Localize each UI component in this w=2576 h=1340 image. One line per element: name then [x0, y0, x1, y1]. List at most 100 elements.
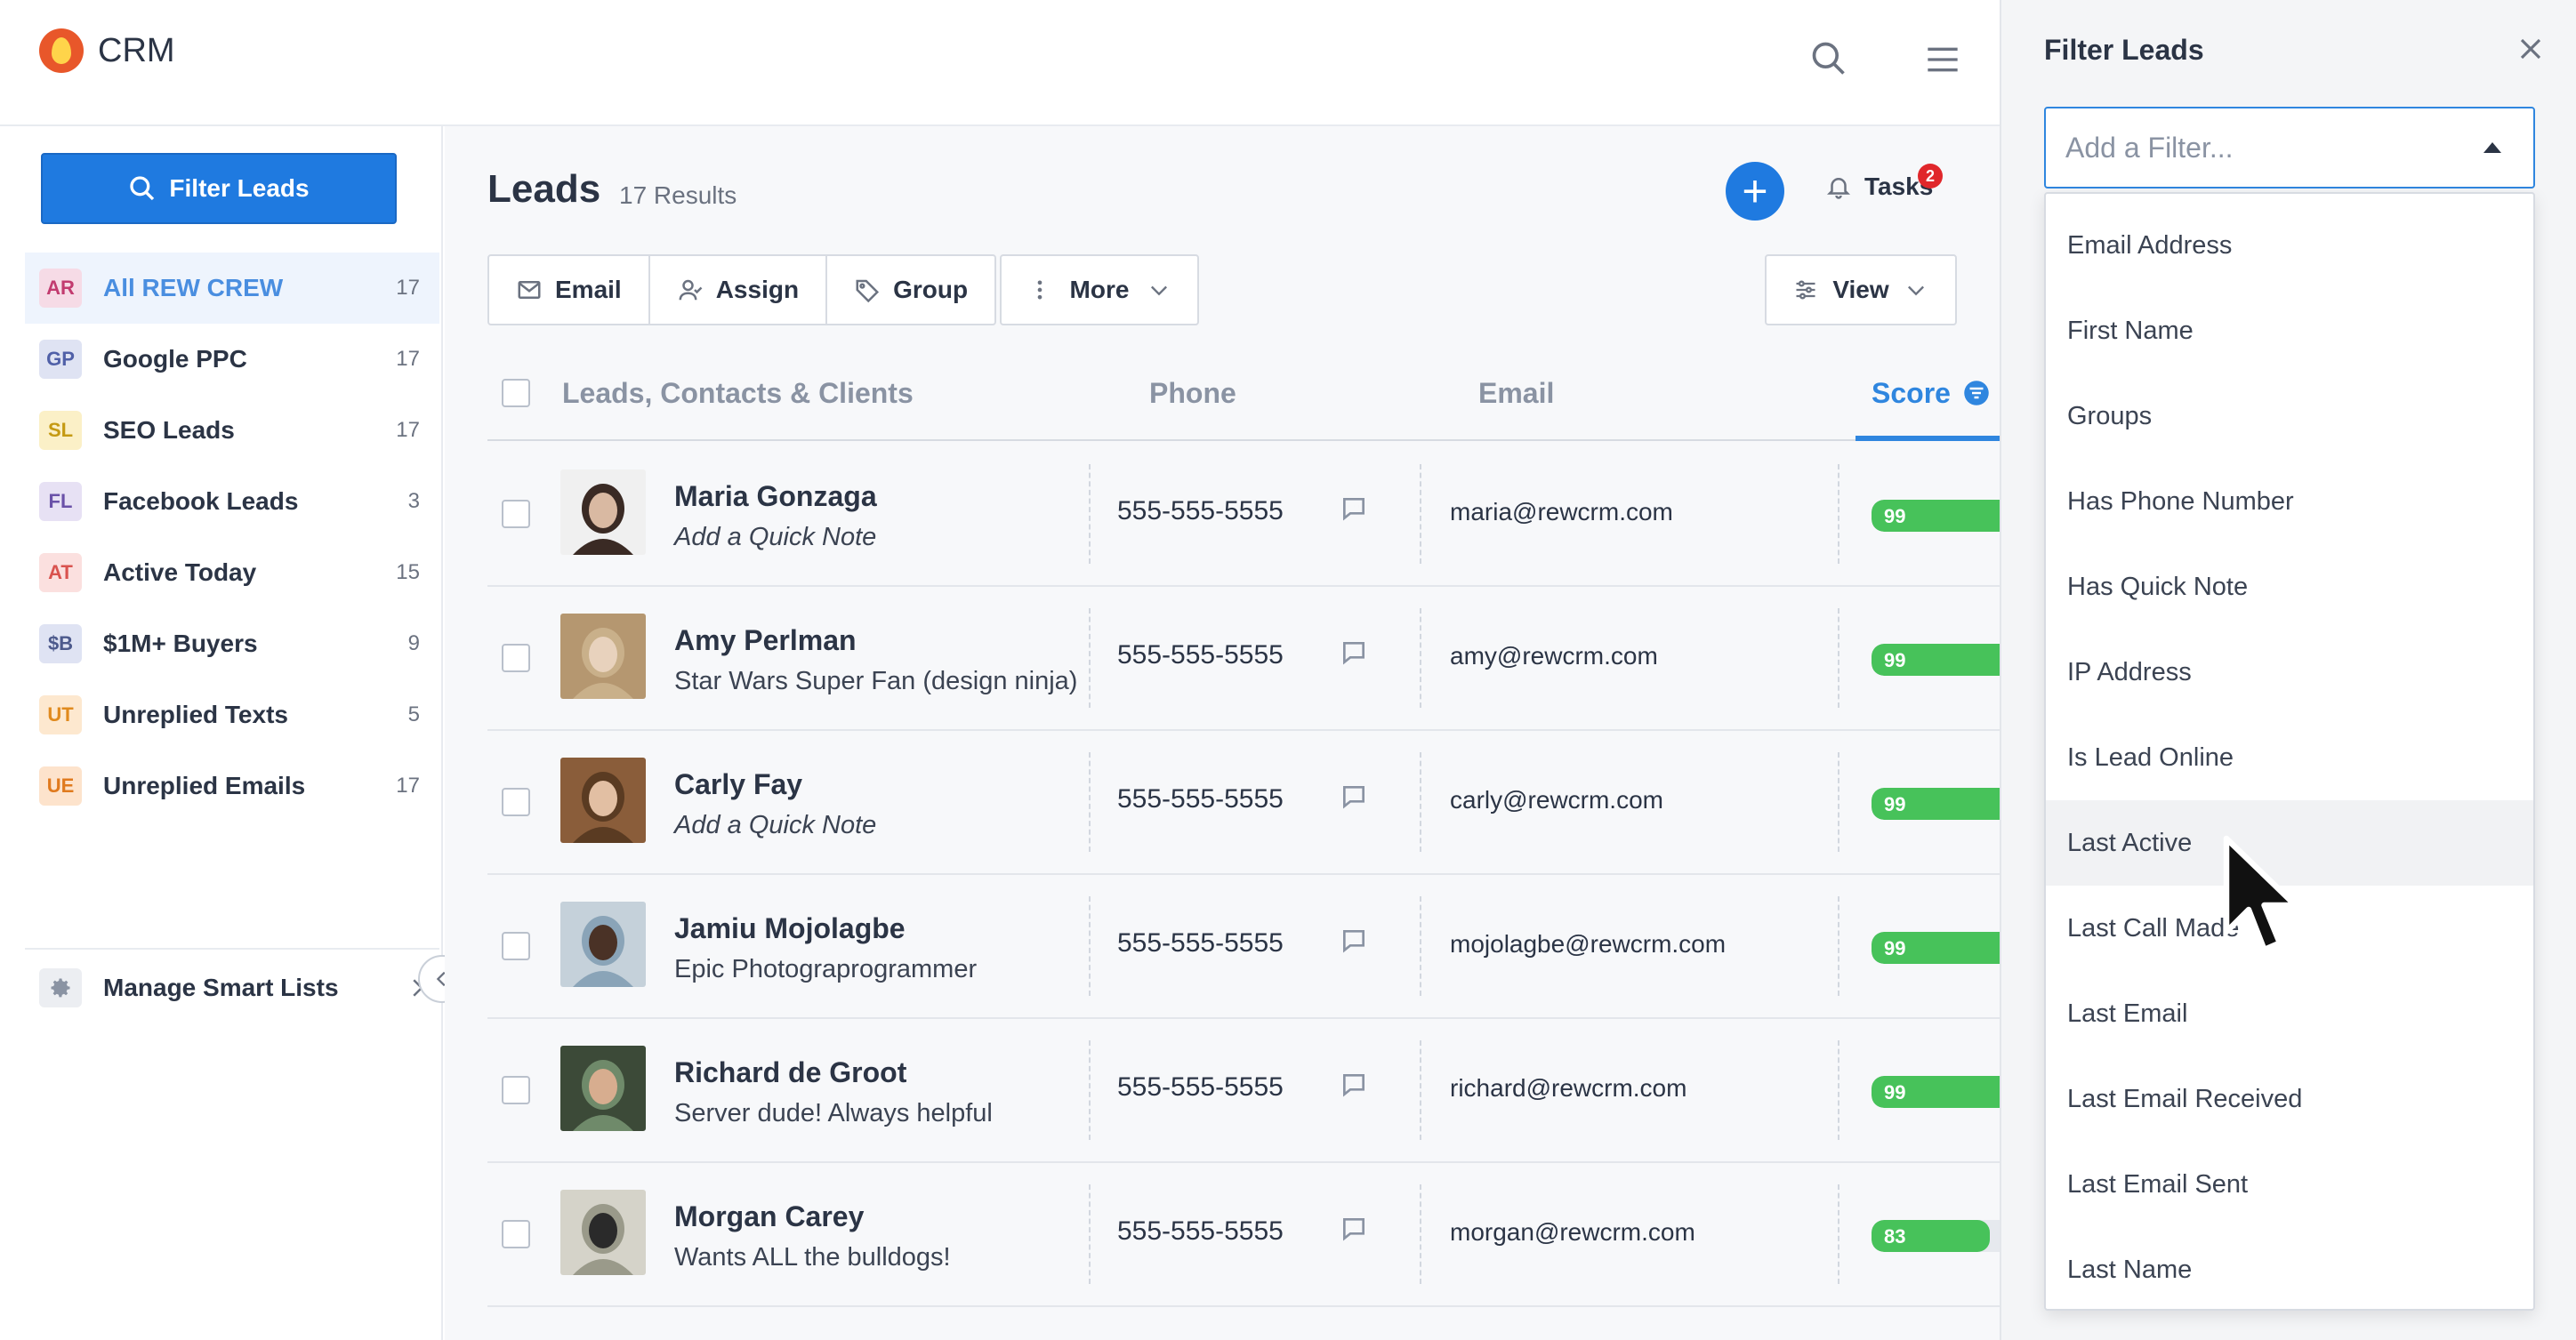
filter-option-first-name[interactable]: First Name	[2046, 288, 2533, 373]
lead-phone[interactable]: 555-555-5555	[1117, 640, 1284, 670]
hamburger-menu-icon[interactable]	[1925, 44, 1960, 75]
filter-option-has-quick-note[interactable]: Has Quick Note	[2046, 544, 2533, 630]
filter-option-email-address[interactable]: Email Address	[2046, 203, 2533, 288]
text-message-icon[interactable]	[1340, 927, 1368, 955]
text-message-icon[interactable]	[1340, 638, 1368, 667]
tasks-button[interactable]: Tasks 2	[1825, 164, 1943, 201]
lead-quick-note[interactable]: Server dude! Always helpful	[674, 1099, 993, 1128]
text-message-icon[interactable]	[1340, 782, 1368, 811]
lead-email[interactable]: maria@rewcrm.com	[1450, 498, 1673, 526]
lead-name[interactable]: Morgan Carey	[674, 1200, 864, 1233]
table-row[interactable]: Maria Gonzaga Add a Quick Note 555-555-555…	[487, 443, 2014, 587]
view-button[interactable]: View	[1765, 254, 1957, 325]
filter-option-has-phone-number[interactable]: Has Phone Number	[2046, 459, 2533, 544]
column-divider	[1089, 464, 1091, 564]
filter-option-last-email-sent[interactable]: Last Email Sent	[2046, 1142, 2533, 1227]
lead-email[interactable]: mojolagbe@rewcrm.com	[1450, 930, 1726, 959]
group-button-label: Group	[893, 276, 969, 303]
filter-option-is-lead-online[interactable]: Is Lead Online	[2046, 715, 2533, 800]
lead-email[interactable]: amy@rewcrm.com	[1450, 642, 1658, 670]
leads-table-body: Maria Gonzaga Add a Quick Note 555-555-555…	[487, 443, 2014, 1307]
avatar[interactable]	[560, 902, 646, 987]
filter-option-groups[interactable]: Groups	[2046, 373, 2533, 459]
filter-option-last-email[interactable]: Last Email	[2046, 971, 2533, 1056]
row-checkbox[interactable]	[502, 1220, 530, 1248]
sidebar-item-unreplied-emails[interactable]: UE Unreplied Emails 17	[25, 750, 439, 822]
text-message-icon[interactable]	[1340, 1071, 1368, 1099]
view-button-label: View	[1832, 276, 1889, 303]
row-checkbox[interactable]	[502, 1076, 530, 1104]
text-message-icon[interactable]	[1340, 494, 1368, 523]
row-checkbox[interactable]	[502, 788, 530, 816]
lead-quick-note[interactable]: Add a Quick Note	[674, 811, 876, 840]
close-icon[interactable]	[2517, 36, 2544, 62]
lead-name[interactable]: Richard de Groot	[674, 1056, 906, 1089]
avatar[interactable]	[560, 1046, 646, 1131]
table-row[interactable]: Morgan Carey Wants ALL the bulldogs! 555-5…	[487, 1163, 2014, 1307]
sidebar-item-all-rew-crew[interactable]: AR All REW CREW 17	[25, 253, 439, 324]
avatar[interactable]	[560, 614, 646, 699]
more-button[interactable]: More	[1000, 254, 1199, 325]
select-all-checkbox-cell	[502, 347, 530, 439]
search-icon[interactable]	[1809, 39, 1848, 78]
email-button[interactable]: Email	[489, 256, 650, 324]
sidebar-item-active-today[interactable]: AT Active Today 15	[25, 537, 439, 608]
avatar[interactable]	[560, 1190, 646, 1275]
sidebar-item-unreplied-texts[interactable]: UT Unreplied Texts 5	[25, 679, 439, 750]
lead-phone[interactable]: 555-555-5555	[1117, 496, 1284, 526]
lead-phone[interactable]: 555-555-5555	[1117, 928, 1284, 959]
smart-list-count: 5	[407, 702, 420, 726]
column-divider	[1420, 896, 1421, 996]
lead-phone[interactable]: 555-555-5555	[1117, 784, 1284, 814]
sidebar-item-1m-buyers[interactable]: $B $1M+ Buyers 9	[25, 608, 439, 679]
lead-email[interactable]: morgan@rewcrm.com	[1450, 1218, 1695, 1247]
lead-quick-note[interactable]: Wants ALL the bulldogs!	[674, 1243, 951, 1272]
filter-option-last-name[interactable]: Last Name	[2046, 1227, 2533, 1309]
lead-name[interactable]: Jamiu Mojolagbe	[674, 912, 906, 945]
sidebar-item-facebook-leads[interactable]: FL Facebook Leads 3	[25, 466, 439, 537]
table-row[interactable]: Carly Fay Add a Quick Note 555-555-5555 car…	[487, 731, 2014, 875]
assign-button[interactable]: Assign	[650, 256, 828, 324]
vertical-dots-icon	[1037, 280, 1042, 300]
smart-list-count: 3	[407, 489, 420, 513]
select-all-checkbox[interactable]	[502, 379, 530, 407]
column-header-email[interactable]: Email	[1478, 347, 1554, 439]
lead-quick-note[interactable]: Add a Quick Note	[674, 523, 876, 552]
filter-option-ip-address[interactable]: IP Address	[2046, 630, 2533, 715]
lead-email[interactable]: richard@rewcrm.com	[1450, 1074, 1686, 1103]
manage-smart-lists-label: Manage Smart Lists	[103, 974, 339, 1001]
column-header-name[interactable]: Leads, Contacts & Clients	[562, 347, 914, 439]
row-checkbox[interactable]	[502, 932, 530, 960]
text-message-icon[interactable]	[1340, 1215, 1368, 1243]
mouse-pointer-icon	[2223, 835, 2298, 953]
lead-phone[interactable]: 555-555-5555	[1117, 1072, 1284, 1103]
group-button[interactable]: Group	[827, 256, 994, 324]
lead-email[interactable]: carly@rewcrm.com	[1450, 786, 1663, 814]
sidebar-item-seo-leads[interactable]: SL SEO Leads 17	[25, 395, 439, 466]
manage-smart-lists[interactable]: Manage Smart Lists	[39, 966, 431, 1010]
lead-name[interactable]: Maria Gonzaga	[674, 480, 877, 513]
assign-user-icon	[679, 279, 703, 301]
lead-quick-note[interactable]: Epic Photograprogrammer	[674, 955, 977, 984]
filter-option-last-email-received[interactable]: Last Email Received	[2046, 1056, 2533, 1142]
column-header-score[interactable]: Score	[1872, 347, 1990, 439]
row-checkbox[interactable]	[502, 500, 530, 528]
avatar[interactable]	[560, 758, 646, 843]
table-row[interactable]: Richard de Groot Server dude! Always help…	[487, 1019, 2014, 1163]
bulk-action-toolbar: Email Assign Group	[487, 254, 997, 325]
smart-list-count: 17	[396, 774, 420, 798]
table-row[interactable]: Amy Perlman Star Wars Super Fan (design n…	[487, 587, 2014, 731]
avatar[interactable]	[560, 469, 646, 555]
app-title: CRM	[98, 32, 175, 69]
lead-phone[interactable]: 555-555-5555	[1117, 1216, 1284, 1247]
lead-name[interactable]: Carly Fay	[674, 768, 802, 801]
filter-leads-button[interactable]: Filter Leads	[41, 153, 397, 224]
table-row[interactable]: Jamiu Mojolagbe Epic Photograprogrammer 55…	[487, 875, 2014, 1019]
add-lead-button[interactable]: +	[1726, 162, 1784, 221]
column-header-phone[interactable]: Phone	[1149, 347, 1236, 439]
add-filter-select[interactable]: Add a Filter...	[2044, 107, 2535, 189]
lead-name[interactable]: Amy Perlman	[674, 624, 857, 657]
lead-quick-note[interactable]: Star Wars Super Fan (design ninja)	[674, 667, 1077, 696]
sidebar-item-google-ppc[interactable]: GP Google PPC 17	[25, 324, 439, 395]
row-checkbox[interactable]	[502, 644, 530, 672]
